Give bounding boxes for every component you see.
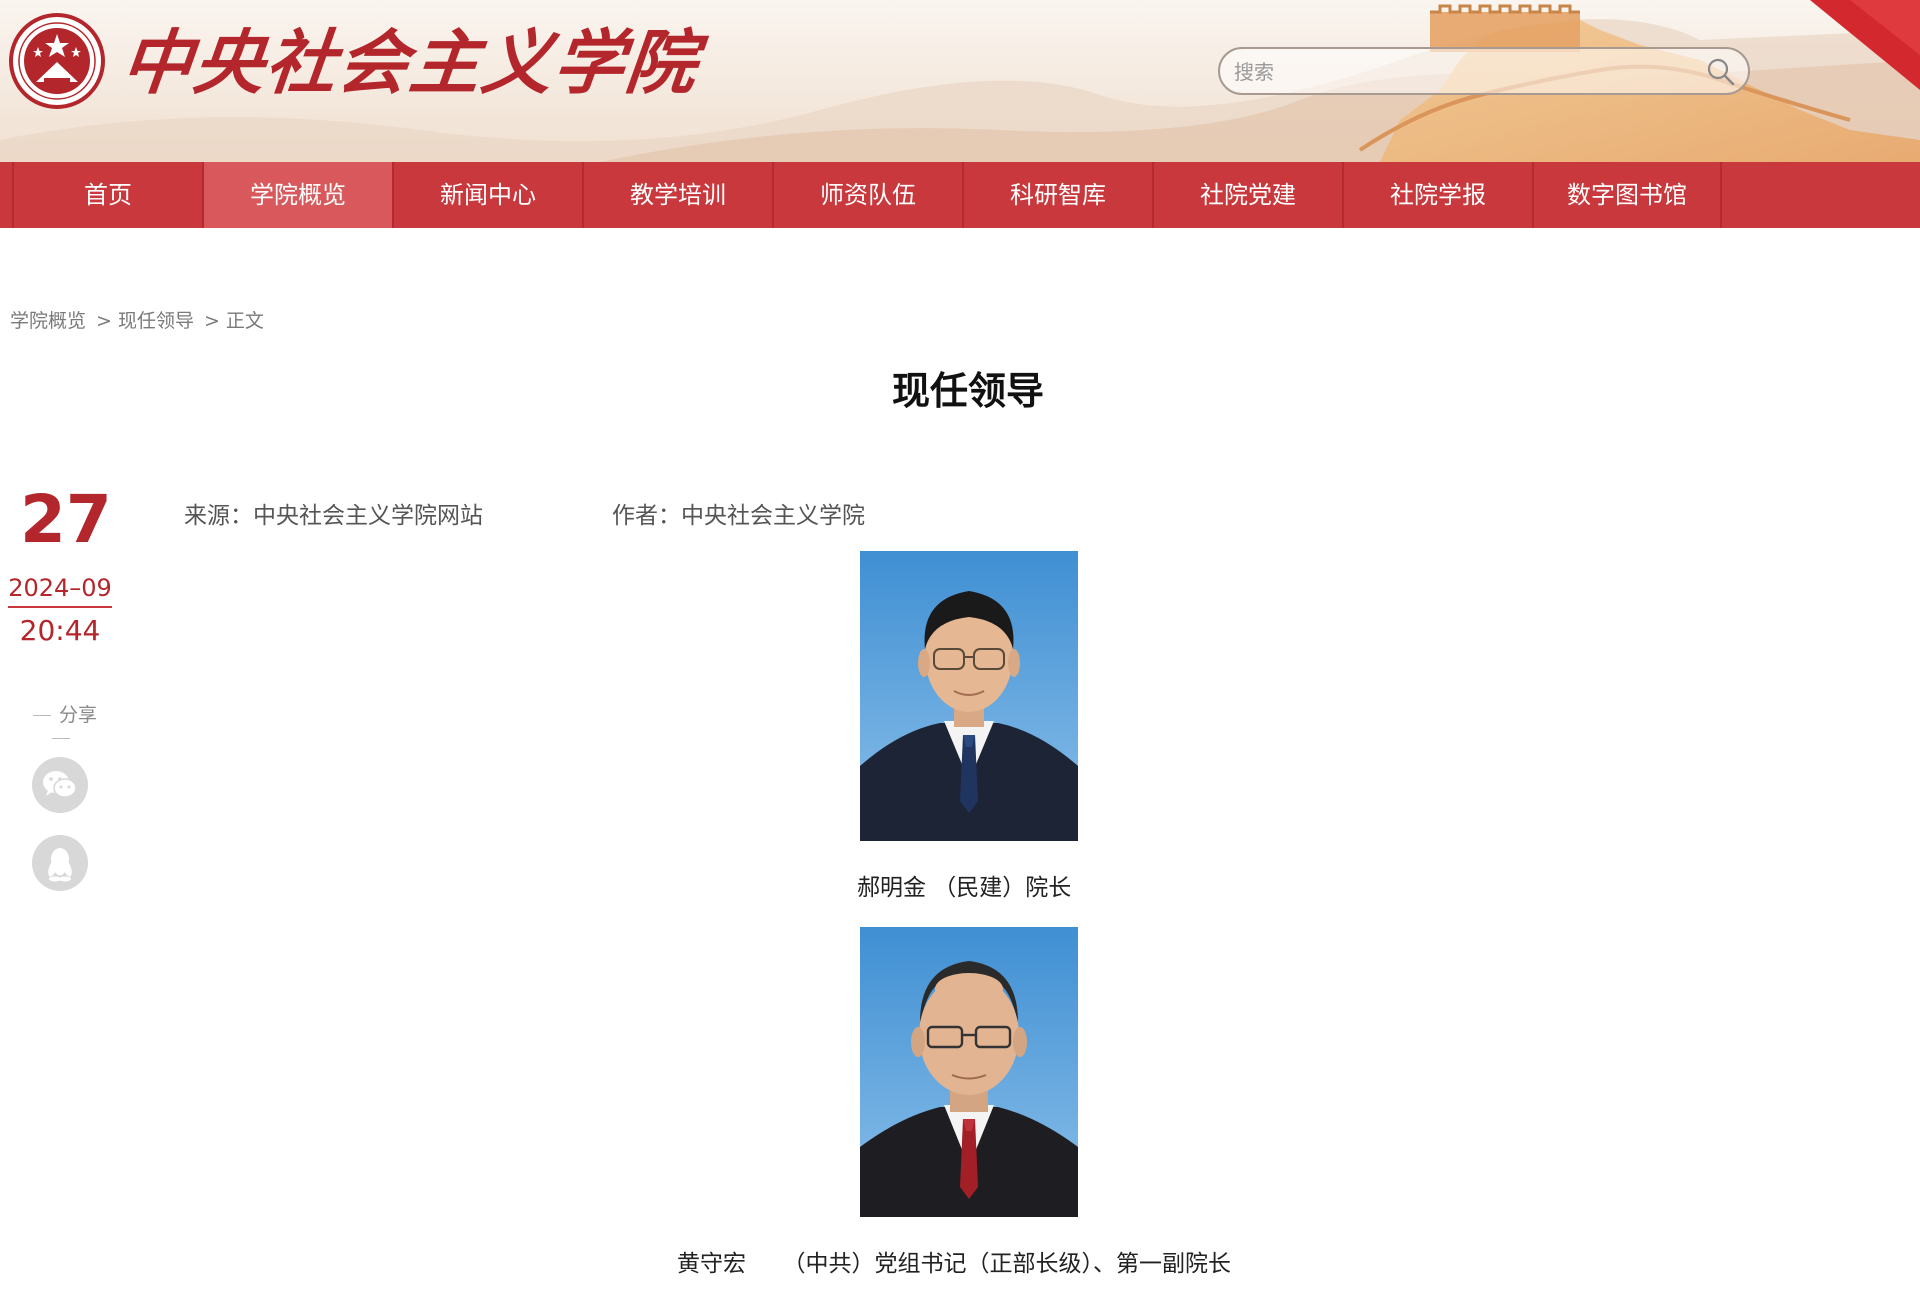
share-label: 分享 xyxy=(10,700,112,749)
corner-ribbon xyxy=(1810,0,1920,90)
leader-caption-2: 黄守宏 （中共）党组书记（正部长级）、第一副院长 xyxy=(677,1251,1232,1277)
breadcrumb-separator: > xyxy=(96,310,112,332)
breadcrumb-overview[interactable]: 学院概览 xyxy=(10,310,86,332)
nav-item-overview[interactable]: 学院概览 xyxy=(202,162,392,228)
site-logo-text[interactable]: 中央社会主义学院 xyxy=(117,18,703,108)
nav-item-research[interactable]: 科研智库 xyxy=(962,162,1152,228)
nav-item-library[interactable]: 数字图书馆 xyxy=(1532,162,1722,228)
nav-item-teaching[interactable]: 教学培训 xyxy=(582,162,772,228)
nav-item-home[interactable]: 首页 xyxy=(12,162,202,228)
breadcrumb-separator: > xyxy=(203,310,220,332)
search-input[interactable] xyxy=(1232,55,1696,89)
nav-item-party[interactable]: 社院党建 xyxy=(1152,162,1342,228)
breadcrumb-current: 正文 xyxy=(225,310,264,332)
breadcrumb: 学院概览 > 现任领导 > 正文 xyxy=(10,306,268,333)
publish-day: 27 xyxy=(20,481,112,558)
nav-item-faculty[interactable]: 师资队伍 xyxy=(772,162,962,228)
wechat-share-button[interactable] xyxy=(32,757,88,813)
qq-icon xyxy=(48,848,72,882)
article-author: 作者：中央社会主义学院 xyxy=(612,503,865,529)
site-header: 中央社会主义学院 xyxy=(0,0,1920,162)
breadcrumb-leaders[interactable]: 现任领导 xyxy=(118,310,194,332)
publish-time: 20:44 xyxy=(19,614,101,647)
leader-photo-2 xyxy=(860,927,1078,1217)
search-icon[interactable] xyxy=(1706,57,1736,87)
page-title: 现任领导 xyxy=(891,369,1044,413)
leader-photo-1 xyxy=(860,551,1078,841)
nav-item-journal[interactable]: 社院学报 xyxy=(1342,162,1532,228)
nav-item-news[interactable]: 新闻中心 xyxy=(392,162,582,228)
article-source: 来源：中央社会主义学院网站 xyxy=(184,503,483,529)
search-box xyxy=(1218,47,1750,95)
leader-caption-1: 郝明金 （民建）院长 xyxy=(857,875,1072,901)
publish-year-month: 2024–09 xyxy=(8,574,112,608)
main-nav: 首页 学院概览 新闻中心 教学培训 师资队伍 科研智库 社院党建 社院学报 数字… xyxy=(0,162,1920,228)
qq-share-button[interactable] xyxy=(32,835,88,891)
institute-emblem[interactable] xyxy=(8,12,106,110)
wechat-icon xyxy=(43,771,77,798)
